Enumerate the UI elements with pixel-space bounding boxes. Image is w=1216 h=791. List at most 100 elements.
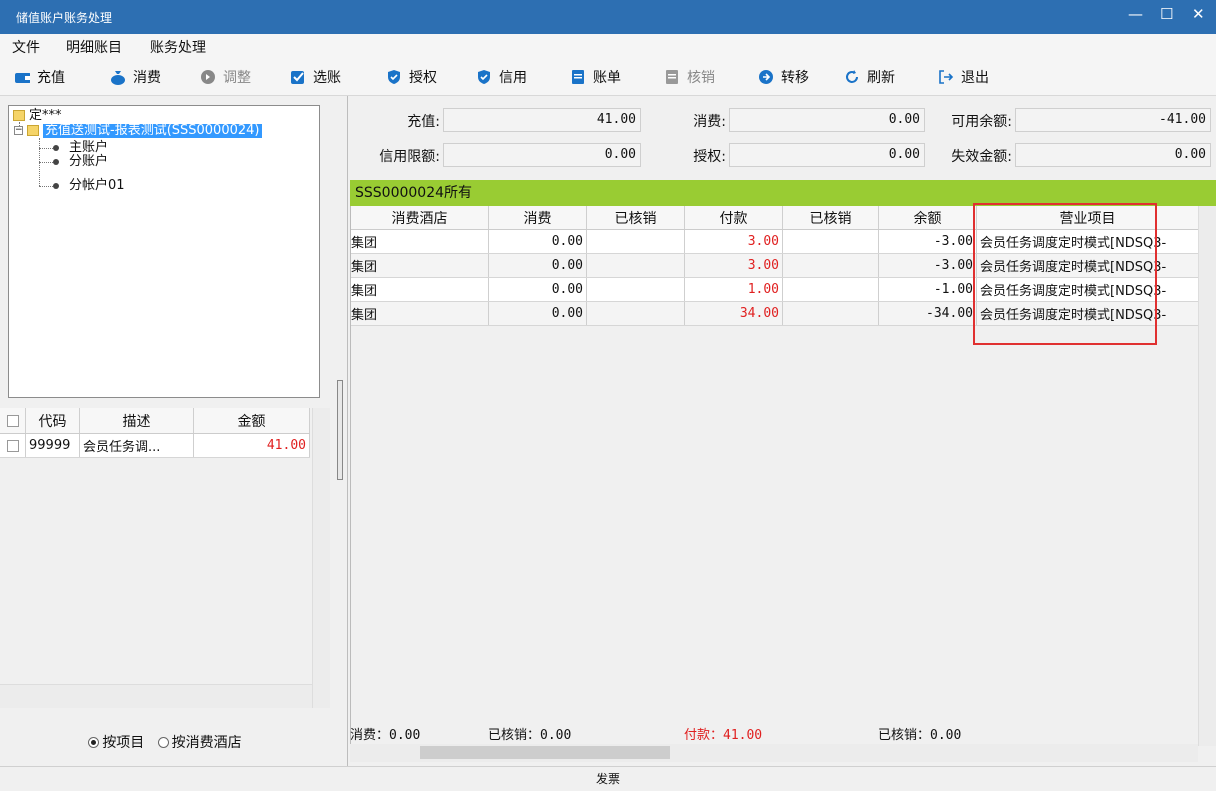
node-icon — [53, 159, 59, 165]
consume-button[interactable]: 消费 — [110, 66, 161, 88]
transaction-grid: 消费酒店 消费 已核销 付款 已核销 余额 营业项目 集团 0.00 3.00 -3.… — [350, 206, 1199, 746]
left-grid-hscroll[interactable] — [0, 684, 312, 708]
adjust-icon — [200, 69, 216, 85]
expired-label: 失效金额: — [951, 149, 1012, 165]
grid-title-bar: SSS0000024所有 — [350, 180, 1216, 206]
cell-consume: 0.00 — [489, 302, 587, 325]
total-payment: 付款：41.00 — [684, 728, 763, 743]
cell-v1 — [587, 302, 685, 325]
recharge-button[interactable]: 充值 — [14, 66, 65, 88]
table-row[interactable]: 集团 0.00 1.00 -1.00 会员任务调度定时模式[NDSQ3- — [351, 278, 1199, 302]
scroll-thumb[interactable] — [420, 746, 670, 759]
cell-balance: -34.00 — [879, 302, 977, 325]
folder-icon — [27, 125, 39, 136]
refresh-button[interactable]: 刷新 — [844, 66, 895, 88]
cell-v2 — [783, 230, 879, 253]
authorize-button[interactable]: 授权 — [386, 66, 437, 88]
bill-button[interactable]: 账单 — [570, 66, 621, 88]
cell-v2 — [783, 254, 879, 277]
node-icon — [53, 183, 59, 189]
minimize-icon[interactable]: — — [1128, 5, 1143, 23]
cell-item: 会员任务调度定时模式[NDSQ3- — [977, 230, 1199, 253]
consume-label: 消费: — [693, 114, 726, 130]
table-row[interactable]: 集团 0.00 3.00 -3.00 会员任务调度定时模式[NDSQ3- — [351, 230, 1199, 254]
consume-value: 0.00 — [729, 108, 925, 132]
tree-sub-account-01[interactable]: 分帐户01 — [69, 179, 125, 193]
available-label: 可用余额: — [951, 114, 1012, 130]
table-row[interactable]: 99999 会员任务调... 41.00 — [0, 434, 310, 458]
left-grid-vscroll[interactable] — [312, 408, 330, 708]
status-bar: 发票 — [0, 766, 1216, 790]
checkbox-icon — [290, 69, 306, 85]
auth-label: 授权: — [693, 149, 726, 165]
node-icon — [53, 145, 59, 151]
expired-value: 0.00 — [1015, 143, 1211, 167]
cell-pay: 1.00 — [685, 278, 783, 301]
radio-by-hotel[interactable]: 按消费酒店 — [157, 735, 242, 751]
adjust-button[interactable]: 调整 — [200, 66, 251, 88]
maximize-icon[interactable]: ☐ — [1160, 5, 1173, 23]
cell-v1 — [587, 278, 685, 301]
tree-main-account[interactable]: 主账户 — [69, 141, 108, 155]
radio-by-item[interactable]: 按项目 — [88, 735, 144, 751]
available-value: -41.00 — [1015, 108, 1211, 132]
menu-accounting[interactable]: 账务处理 — [150, 37, 206, 57]
credit-button[interactable]: 信用 — [476, 66, 527, 88]
cell-v2 — [783, 278, 879, 301]
writeoff-button[interactable]: 核销 — [664, 66, 715, 88]
toolbar: 充值 消费 调整 选账 授权 信用 账单 核销 转移 刷新 退出 — [0, 58, 1216, 96]
credit-value: 0.00 — [443, 143, 641, 167]
tree-root[interactable]: 定*** — [29, 109, 62, 123]
transaction-grid-hscroll[interactable] — [350, 744, 1198, 762]
window-title: 储值账户账务处理 — [16, 11, 113, 25]
cell-pay: 3.00 — [685, 254, 783, 277]
refresh-icon — [844, 69, 860, 85]
cell-hotel: 集团 — [351, 302, 489, 325]
cell-balance: -1.00 — [879, 278, 977, 301]
auth-value: 0.00 — [729, 143, 925, 167]
menu-file[interactable]: 文件 — [12, 37, 40, 57]
cell-hotel: 集团 — [351, 278, 489, 301]
exit-icon — [938, 69, 954, 85]
table-row[interactable]: 集团 0.00 3.00 -3.00 会员任务调度定时模式[NDSQ3- — [351, 254, 1199, 278]
row-checkbox[interactable] — [6, 439, 19, 452]
cell-item: 会员任务调度定时模式[NDSQ3- — [977, 254, 1199, 277]
close-icon[interactable]: ✕ — [1192, 5, 1205, 23]
transaction-grid-vscroll[interactable] — [1198, 206, 1216, 746]
cell-item: 会员任务调度定时模式[NDSQ3- — [977, 302, 1199, 325]
exit-button[interactable]: 退出 — [938, 66, 989, 88]
transfer-button[interactable]: 转移 — [758, 66, 809, 88]
cell-item: 会员任务调度定时模式[NDSQ3- — [977, 278, 1199, 301]
cell-pay: 34.00 — [685, 302, 783, 325]
table-row[interactable]: 集团 0.00 34.00 -34.00 会员任务调度定时模式[NDSQ3- — [351, 302, 1199, 326]
cell-consume: 0.00 — [489, 278, 587, 301]
cell-v1 — [587, 254, 685, 277]
splitter-handle[interactable] — [337, 380, 343, 480]
title-bar: 储值账户账务处理 — ☐ ✕ — [0, 0, 1216, 34]
select-account-button[interactable]: 选账 — [290, 66, 341, 88]
totals-row: 消费：0.00 已核销：0.00 付款：41.00 已核销：0.00 — [350, 720, 1198, 744]
cell-consume: 0.00 — [489, 254, 587, 277]
tree-account-selected[interactable]: 充值送测试-报表测试(SSS0000024) — [43, 124, 262, 138]
document-icon — [570, 69, 586, 85]
cell-hotel: 集团 — [351, 230, 489, 253]
account-tree[interactable]: 定*** − 充值送测试-报表测试(SSS0000024) 主账户 分账户 分帐… — [8, 105, 320, 398]
menu-detail[interactable]: 明细账目 — [66, 37, 122, 57]
group-by-radios: 按项目 按消费酒店 — [0, 732, 330, 752]
total-consume: 消费：0.00 — [350, 728, 421, 743]
cell-consume: 0.00 — [489, 230, 587, 253]
left-grid: 代码 描述 金额 99999 会员任务调... 41.00 — [0, 408, 330, 708]
moneybag-icon — [110, 69, 126, 85]
document-icon — [664, 69, 680, 85]
select-all-checkbox[interactable] — [6, 414, 19, 427]
wallet-icon — [14, 69, 30, 85]
tree-sub-account[interactable]: 分账户 — [69, 155, 108, 169]
total-writeoff-1: 已核销：0.00 — [488, 728, 572, 743]
total-writeoff-2: 已核销：0.00 — [878, 728, 962, 743]
transaction-grid-header: 消费酒店 消费 已核销 付款 已核销 余额 营业项目 — [351, 206, 1199, 230]
collapse-icon[interactable]: − — [14, 126, 23, 135]
shield-icon — [476, 69, 492, 85]
cell-v1 — [587, 230, 685, 253]
cell-pay: 3.00 — [685, 230, 783, 253]
recharge-label: 充值: — [407, 114, 440, 130]
